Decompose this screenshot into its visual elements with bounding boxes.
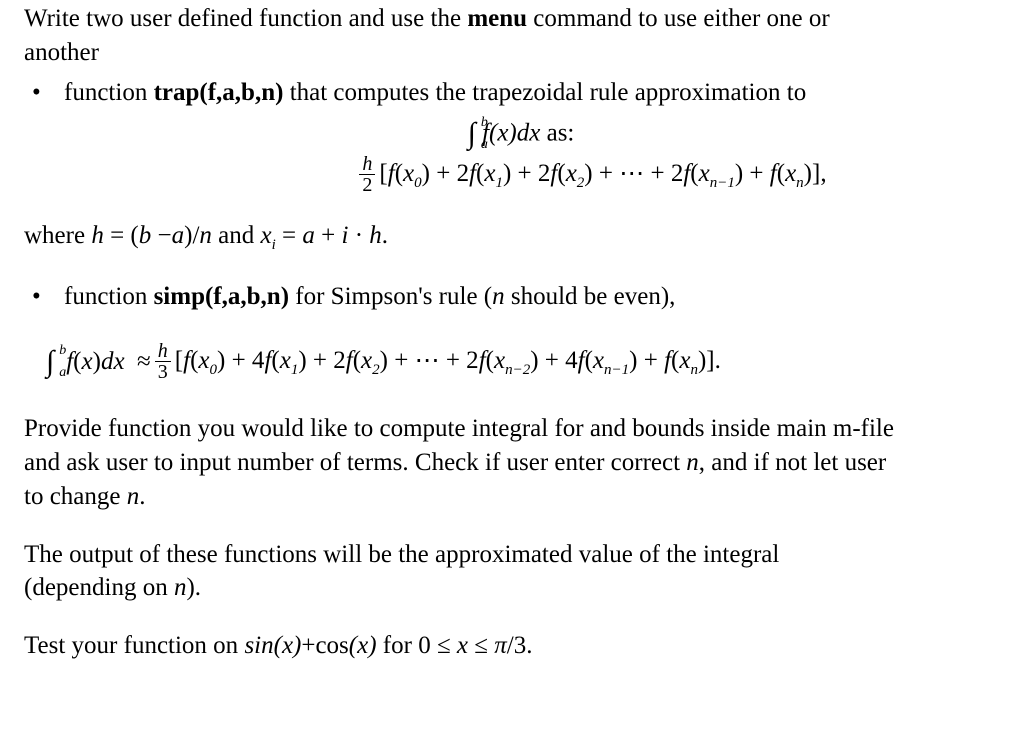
menu-keyword: menu — [467, 5, 527, 32]
int-ub-2: b — [59, 344, 66, 358]
p4-for: for 0 ≤ — [377, 632, 457, 659]
frac-num: h — [359, 154, 375, 175]
frac-den-2: 3 — [155, 362, 171, 382]
bullet1-fn: trap(f,a,b,n) — [154, 79, 284, 106]
p2-l2c: , and if not let user — [699, 449, 886, 476]
p4-le: ≤ — [474, 632, 494, 659]
p3-n: n — [174, 574, 187, 601]
test-paragraph: Test your function on sin(x)+cos(x) for … — [24, 629, 1018, 663]
int-glyph-2: ∫ — [46, 345, 54, 378]
where-text: where — [24, 222, 91, 249]
p4-pi: π — [494, 632, 507, 659]
intro-text-3: another — [24, 39, 99, 66]
integral-symbol: ∫ b a — [468, 119, 476, 149]
bullet2-n: n — [492, 283, 511, 310]
p3-l1: The output of these functions will be th… — [24, 541, 779, 568]
bullet-icon: • — [32, 280, 41, 314]
frac-num-2: h — [155, 341, 171, 362]
intro-text-1: Write two user defined function and use … — [24, 5, 467, 32]
sub-i: i — [272, 237, 276, 253]
h-over-3: h 3 — [155, 341, 171, 382]
h-over-2: h 2 — [359, 154, 375, 195]
intro-text-2: command to use either one or — [527, 5, 830, 32]
p2-l2a: and ask user to input number of terms. C… — [24, 449, 686, 476]
p4-a: Test your function on — [24, 632, 244, 659]
intro-paragraph: Write two user defined function and use … — [24, 2, 1018, 70]
int-glyph: ∫ — [468, 117, 476, 150]
int-lower-bound: a — [481, 138, 488, 152]
p2-n2: n — [127, 483, 140, 510]
p2-l3c: . — [139, 483, 145, 510]
bullet-item-2: • function simp(f,a,b,n) for Simpson's r… — [24, 280, 1018, 314]
where-and: and — [218, 222, 260, 249]
bullet2-pre: function — [64, 283, 154, 310]
p4-x: x — [457, 632, 474, 659]
where-line: where h = (b −a)/n and xi = a + i · h. — [24, 219, 1018, 255]
provide-paragraph: Provide function you would like to compu… — [24, 412, 1018, 513]
int-lb-2: a — [59, 366, 66, 380]
bullet1-pre: function — [64, 79, 154, 106]
p3-l2a: (depending on — [24, 574, 174, 601]
p2-l1: Provide function you would like to compu… — [24, 415, 894, 442]
p3-l2c: ). — [186, 574, 201, 601]
p4-cosarg: (x) — [349, 632, 377, 659]
p2-l3: to change — [24, 483, 127, 510]
bullet2-post-a: for Simpson's rule ( — [289, 283, 492, 310]
bullet2-fn: simp(f,a,b,n) — [154, 283, 289, 310]
document-page: Write two user defined function and use … — [0, 0, 1036, 681]
p4-sin: sin(x) — [244, 632, 301, 659]
p2-n: n — [686, 449, 699, 476]
bullet2-post-c: should be even), — [511, 283, 676, 310]
integral-symbol-2: ∫ b a — [46, 347, 54, 377]
bullet-icon: • — [32, 76, 41, 110]
integral-display: ∫ b a f(x)dx as: — [24, 115, 1018, 150]
integrand: f(x)dx — [482, 120, 540, 147]
bullet-item-1: • function trap(f,a,b,n) that computes t… — [24, 76, 1018, 110]
int-as: as: — [547, 120, 575, 147]
frac-den: 2 — [359, 175, 375, 195]
bullet1-post: that computes the trapezoidal rule appro… — [283, 79, 806, 106]
trap-formula: h 2 [f(x0) + 2f(x1) + 2f(x2) + ⋯ + 2f(xn… — [24, 154, 1018, 195]
int-upper-bound: b — [481, 116, 488, 130]
p4-plus: +cos — [301, 632, 348, 659]
output-paragraph: The output of these functions will be th… — [24, 538, 1018, 606]
p4-over3: /3. — [507, 632, 533, 659]
simp-formula: ∫ b a f(x)dx ≈ h 3 [f(x0) + 4f(x1) + 2f(… — [24, 341, 1018, 382]
